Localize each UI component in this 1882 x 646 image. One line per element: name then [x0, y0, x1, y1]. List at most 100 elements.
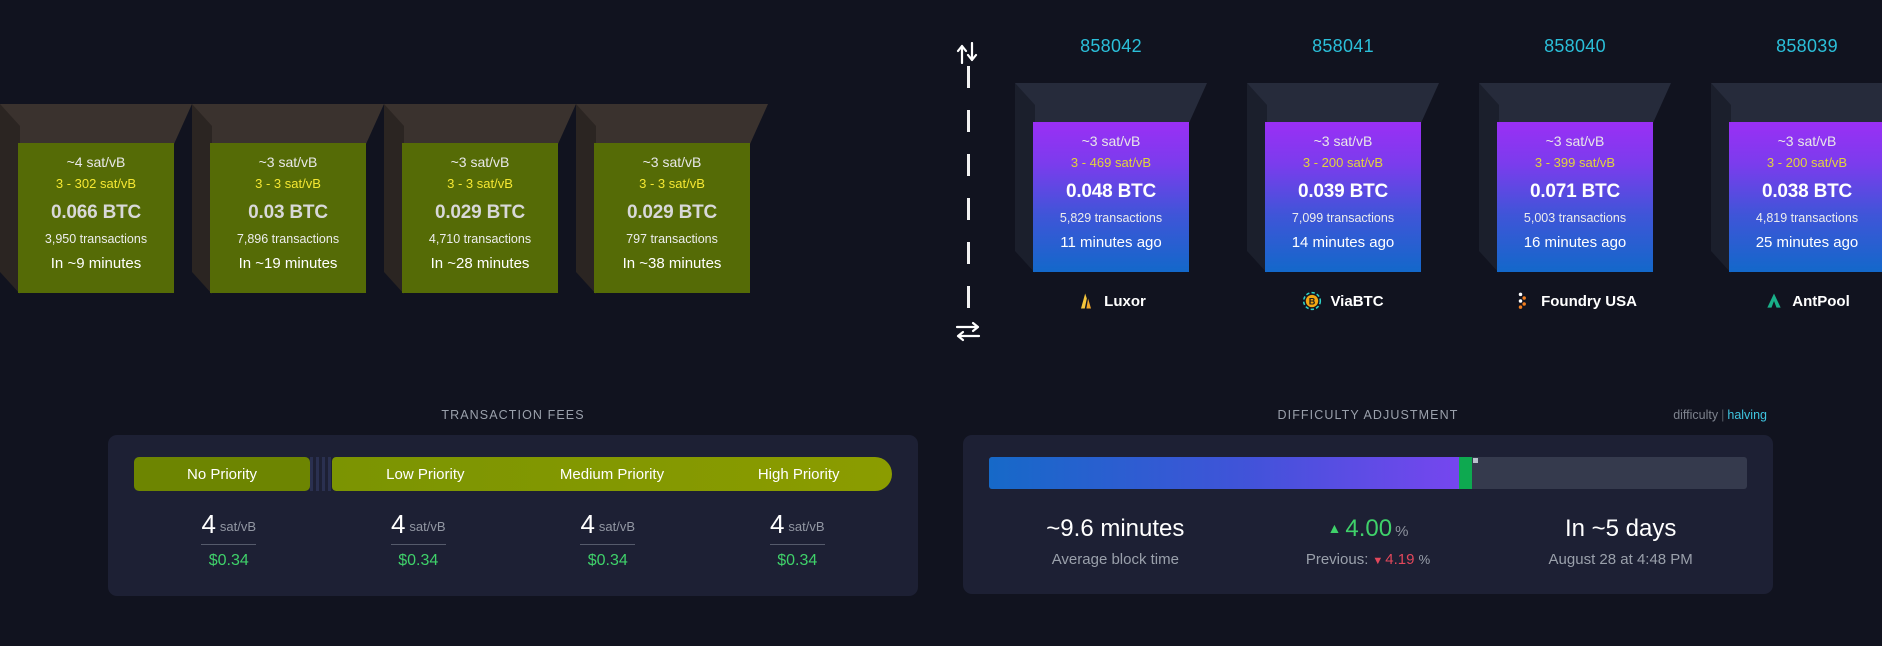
difficulty-avg-block-time-column: ~9.6 minutes Average block time [989, 515, 1242, 568]
fee-segment-no-priority[interactable]: No Priority [134, 457, 310, 491]
difficulty-change-value: ▲ 4.00% [1242, 515, 1495, 543]
fee-rate-value: 4 [769, 509, 785, 539]
block-median-fee: ~3 sat/vB [1545, 133, 1605, 149]
arrows-left-right-icon[interactable] [950, 320, 986, 342]
blockchain-block-cube[interactable]: ~3 sat/vB 3 - 200 sat/vB 0.039 BTC 7,099 tr… [1247, 83, 1439, 273]
block-time: In ~9 minutes [50, 255, 142, 273]
mempool-block-0[interactable]: ~3 sat/vB 3 - 3 sat/vB 0.029 BTC 797 transa… [576, 104, 768, 294]
block-left-face [1711, 83, 1731, 273]
triangle-up-icon: ▲ [1327, 520, 1342, 536]
mining-pool-name: Foundry USA [1541, 292, 1637, 310]
block-front-face: ~3 sat/vB 3 - 469 sat/vB 0.048 BTC 5,829 tr… [1033, 122, 1189, 272]
block-height-link[interactable]: 858040 [1459, 36, 1691, 66]
blockchain-block-0[interactable]: 858042 ~3 sat/vB 3 - 469 sat/vB 0.048 BTC 5,… [995, 36, 1227, 311]
mempool-block-1[interactable]: ~3 sat/vB 3 - 3 sat/vB 0.029 BTC 4,710 tran… [384, 104, 576, 294]
difficulty-halving-links: difficulty | halving [1673, 408, 1767, 422]
mempool-block-cube[interactable]: ~3 sat/vB 3 - 3 sat/vB 0.029 BTC 797 transa… [576, 104, 768, 294]
mempool-block-cube[interactable]: ~4 sat/vB 3 - 302 sat/vB 0.066 BTC 3,950 tr… [0, 104, 192, 294]
mining-pool-row[interactable]: AntPool [1691, 291, 1882, 311]
block-top-face [192, 104, 384, 144]
block-top-face [576, 104, 768, 144]
block-front-face: ~3 sat/vB 3 - 3 sat/vB 0.029 BTC 4,710 tran… [402, 143, 558, 293]
block-median-fee: ~3 sat/vB [450, 154, 510, 170]
fee-segment-medium-priority[interactable]: Medium Priority [519, 466, 706, 483]
block-total-fees: 0.029 BTC [626, 202, 718, 224]
previous-value: 4.19 [1385, 551, 1415, 568]
block-top-face [1015, 83, 1207, 123]
block-time: 14 minutes ago [1291, 234, 1395, 252]
difficulty-estimated-date: August 28 at 4:48 PM [1548, 551, 1693, 568]
block-time: 25 minutes ago [1755, 234, 1859, 252]
mining-pool-name: Luxor [1104, 292, 1146, 310]
mempool-dashboard: ~3 sat/vB 3 - 3 sat/vB 0.029 BTC 797 transa… [0, 0, 1882, 646]
mining-pool-row[interactable]: Luxor [995, 291, 1227, 311]
block-fee-range: 3 - 3 sat/vB [447, 175, 513, 191]
mempool-block-cube[interactable]: ~3 sat/vB 3 - 3 sat/vB 0.029 BTC 4,710 tran… [384, 104, 576, 294]
block-transaction-count: 5,829 transactions [1059, 211, 1163, 226]
blockchain-block-3[interactable]: 858039 ~3 sat/vB 3 - 200 sat/vB 0.038 BTC 4,… [1691, 36, 1882, 311]
transaction-fees-title: TRANSACTION FEES [441, 408, 585, 422]
difficulty-change-column: ▲ 4.00% Previous: ▼ 4.19 % [1242, 515, 1495, 568]
fee-rate-value: 4 [201, 509, 216, 539]
block-height-link[interactable]: 858039 [1691, 36, 1882, 66]
blockchain-block-cube[interactable]: ~3 sat/vB 3 - 399 sat/vB 0.071 BTC 5,003 tr… [1479, 83, 1671, 273]
previous-percent-sign: % [1418, 552, 1431, 567]
difficulty-progress-fill [989, 457, 1459, 489]
block-top-face [1247, 83, 1439, 123]
fee-rate-value: 4 [390, 509, 406, 539]
mempool-block-cube[interactable]: ~3 sat/vB 3 - 3 sat/vB 0.03 BTC 7,896 trans… [192, 104, 384, 294]
fee-bar-gap [310, 457, 332, 491]
avg-block-time-value: ~9.6 minutes [1046, 515, 1185, 542]
block-total-fees: 0.071 BTC [1529, 181, 1621, 203]
blockchain-block-1[interactable]: 858041 ~3 sat/vB 3 - 200 sat/vB 0.039 BTC 7,… [1227, 36, 1459, 311]
fee-segment-high-priority[interactable]: High Priority [705, 466, 892, 483]
fee-segment-low-priority[interactable]: Low Priority [332, 466, 519, 483]
arrows-up-down-icon[interactable] [950, 42, 986, 64]
transaction-fees-box: No Priority Low Priority Medium Priority… [108, 435, 918, 596]
previous-label: Previous: [1305, 551, 1369, 568]
fee-fiat-value: $0.34 [777, 552, 818, 569]
difficulty-link[interactable]: difficulty [1673, 408, 1718, 422]
block-median-fee: ~3 sat/vB [1777, 133, 1837, 149]
difficulty-remaining-column: In ~5 days August 28 at 4:48 PM [1494, 515, 1747, 568]
block-median-fee: ~3 sat/vB [642, 154, 702, 170]
fee-column-1: 4 sat/vB $0.34 [324, 509, 514, 570]
mempool-block-2[interactable]: ~3 sat/vB 3 - 3 sat/vB 0.03 BTC 7,896 trans… [192, 104, 384, 294]
fee-rate-value: 4 [580, 509, 595, 539]
difficulty-remaining-value: In ~5 days [1564, 515, 1677, 542]
block-front-face: ~3 sat/vB 3 - 200 sat/vB 0.038 BTC 4,819 tr… [1729, 122, 1882, 272]
block-fee-range: 3 - 200 sat/vB [1302, 154, 1384, 170]
mining-pool-row[interactable]: Foundry USA [1459, 291, 1691, 311]
mempool-chain-divider [950, 20, 986, 350]
block-time: In ~28 minutes [430, 255, 530, 273]
fee-rate: 4 sat/vB [580, 509, 636, 545]
block-front-face: ~3 sat/vB 3 - 3 sat/vB 0.03 BTC 7,896 trans… [210, 143, 366, 293]
halving-link[interactable]: halving [1727, 408, 1767, 422]
block-left-face [1015, 83, 1035, 273]
block-height-link[interactable]: 858041 [1227, 36, 1459, 66]
mining-pool-row[interactable]: B ViaBTC [1227, 291, 1459, 311]
blockchain-block-cube[interactable]: ~3 sat/vB 3 - 469 sat/vB 0.048 BTC 5,829 tr… [1015, 83, 1207, 273]
block-left-face [192, 104, 212, 294]
block-height-link[interactable]: 858042 [995, 36, 1227, 66]
viabtc-logo-icon: B [1302, 291, 1322, 311]
mempool-blocks-strip: ~3 sat/vB 3 - 3 sat/vB 0.029 BTC 797 transa… [0, 104, 768, 294]
mempool-block-3[interactable]: ~4 sat/vB 3 - 302 sat/vB 0.066 BTC 3,950 tr… [0, 104, 192, 294]
block-time: In ~19 minutes [238, 255, 338, 273]
triangle-down-icon: ▼ [1372, 555, 1384, 567]
fee-rate-unit: sat/vB [598, 519, 636, 534]
blockchain-block-2[interactable]: 858040 ~3 sat/vB 3 - 399 sat/vB 0.071 BTC 5,… [1459, 36, 1691, 311]
block-top-face [1479, 83, 1671, 123]
fee-rate-unit: sat/vB [788, 519, 825, 534]
fee-rate: 4 sat/vB [390, 509, 446, 545]
block-fee-range: 3 - 200 sat/vB [1766, 154, 1848, 170]
block-top-face [0, 104, 192, 144]
block-median-fee: ~3 sat/vB [258, 154, 318, 170]
block-time: In ~38 minutes [622, 255, 722, 273]
blockchain-block-cube[interactable]: ~3 sat/vB 3 - 200 sat/vB 0.038 BTC 4,819 tr… [1711, 83, 1882, 273]
block-total-fees: 0.048 BTC [1065, 181, 1157, 203]
fee-rate: 4 sat/vB [769, 509, 825, 545]
links-separator: | [1721, 408, 1725, 422]
block-transaction-count: 4,819 transactions [1755, 211, 1859, 226]
antpool-logo-icon [1764, 291, 1784, 311]
